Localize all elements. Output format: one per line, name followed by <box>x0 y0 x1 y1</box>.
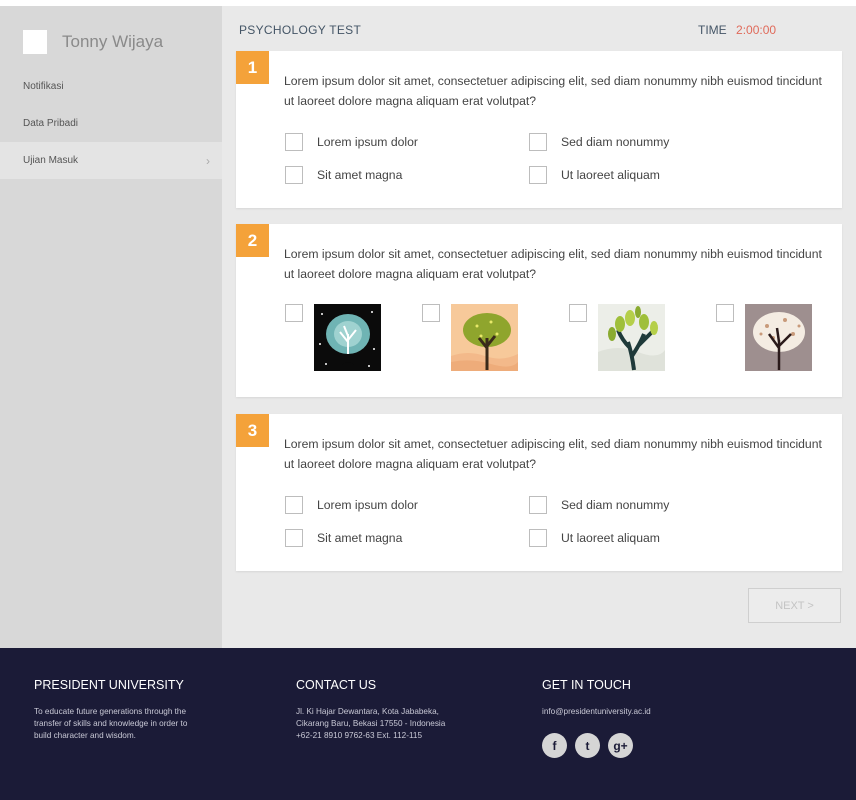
checkbox[interactable] <box>529 496 547 514</box>
chevron-right-icon: › <box>206 153 210 168</box>
option-label: Sed diam nonummy <box>561 498 670 512</box>
tree-sunset-icon <box>451 304 518 371</box>
sidebar-item-label: Ujian Masuk <box>23 155 79 166</box>
image-option[interactable] <box>422 304 518 371</box>
avatar <box>23 30 47 54</box>
user-name: Tonny Wijaya <box>62 32 164 51</box>
checkbox[interactable] <box>285 304 303 322</box>
sidebar-item-label: Data Pribadi <box>23 118 79 129</box>
social-links: f t g+ <box>542 733 651 758</box>
checkbox[interactable] <box>716 304 734 322</box>
sidebar-nav: Notifikasi Data Pribadi Ujian Masuk › <box>0 68 222 179</box>
question-text: Lorem ipsum dolor sit amet, consectetuer… <box>284 437 822 471</box>
footer-heading: GET IN TOUCH <box>542 678 631 692</box>
sidebar-item-ujian-masuk[interactable]: Ujian Masuk › <box>0 142 222 179</box>
option-label: Sit amet magna <box>317 531 403 545</box>
footer-contact: CONTACT US Jl. Ki Hajar Dewantara, Kota … <box>296 678 445 742</box>
option-label: Lorem ipsum dolor <box>317 135 418 149</box>
tree-night-icon <box>314 304 381 371</box>
answer-option[interactable]: Sed diam nonummy <box>529 133 669 151</box>
question-card-2: 2 Lorem ipsum dolor sit amet, consectetu… <box>236 224 842 397</box>
option-label: Sit amet magna <box>317 168 403 182</box>
footer-heading: CONTACT US <box>296 678 377 692</box>
checkbox[interactable] <box>529 166 547 184</box>
user-profile[interactable]: Tonny Wijaya <box>23 30 163 54</box>
option-label: Ut laoreet aliquam <box>561 168 660 182</box>
footer-heading: PRESIDENT UNIVERSITY <box>34 678 184 692</box>
question-number: 2 <box>236 224 269 257</box>
question-text: Lorem ipsum dolor sit amet, consectetuer… <box>284 74 822 108</box>
checkbox[interactable] <box>285 166 303 184</box>
footer-text: +62-21 8910 9762-63 Ext. 112-115 <box>296 731 423 740</box>
sidebar-item-data-pribadi[interactable]: Data Pribadi <box>0 105 222 142</box>
checkbox[interactable] <box>285 496 303 514</box>
checkbox[interactable] <box>529 133 547 151</box>
checkbox[interactable] <box>285 133 303 151</box>
question-text: Lorem ipsum dolor sit amet, consectetuer… <box>284 247 822 281</box>
answer-option[interactable]: Lorem ipsum dolor <box>285 496 418 514</box>
checkbox[interactable] <box>285 529 303 547</box>
next-button[interactable]: NEXT > <box>748 588 841 623</box>
footer-text: To educate future generations through th… <box>34 707 187 716</box>
answer-option[interactable]: Sed diam nonummy <box>529 496 669 514</box>
timer: TIME 2:00:00 <box>698 23 776 37</box>
footer-about: PRESIDENT UNIVERSITY To educate future g… <box>34 678 187 742</box>
timer-label: TIME <box>698 23 727 37</box>
sidebar: Tonny Wijaya Notifikasi Data Pribadi Uji… <box>0 6 222 648</box>
image-option[interactable] <box>569 304 665 371</box>
option-label: Lorem ipsum dolor <box>317 498 418 512</box>
question-number: 1 <box>236 51 269 84</box>
sidebar-item-notifikasi[interactable]: Notifikasi <box>0 68 222 105</box>
footer-touch: GET IN TOUCH info@presidentuniversity.ac… <box>542 678 651 758</box>
answer-option[interactable]: Ut laoreet aliquam <box>529 166 660 184</box>
sidebar-item-label: Notifikasi <box>23 81 64 92</box>
answer-option[interactable]: Lorem ipsum dolor <box>285 133 418 151</box>
twitter-icon[interactable]: t <box>575 733 600 758</box>
footer-text: Cikarang Baru, Bekasi 17550 - Indonesia <box>296 719 446 728</box>
checkbox[interactable] <box>422 304 440 322</box>
answer-option[interactable]: Sit amet magna <box>285 166 402 184</box>
google-plus-icon[interactable]: g+ <box>608 733 633 758</box>
tree-blossom-icon <box>745 304 812 371</box>
tree-green-icon <box>598 304 665 371</box>
main-content: PSYCHOLOGY TEST TIME 2:00:00 1 Lorem ips… <box>222 6 856 648</box>
question-number: 3 <box>236 414 269 447</box>
answer-option[interactable]: Sit amet magna <box>285 529 402 547</box>
option-label: Sed diam nonummy <box>561 135 670 149</box>
page-title: PSYCHOLOGY TEST <box>239 23 362 37</box>
timer-value: 2:00:00 <box>736 23 777 37</box>
image-option[interactable] <box>285 304 381 371</box>
option-label: Ut laoreet aliquam <box>561 531 660 545</box>
image-option[interactable] <box>716 304 812 371</box>
footer-text: transfer of skills and knowledge in orde… <box>34 719 188 728</box>
question-card-1: 1 Lorem ipsum dolor sit amet, consectetu… <box>236 51 842 208</box>
footer-text: Jl. Ki Hajar Dewantara, Kota Jababeka, <box>296 707 439 716</box>
footer-email[interactable]: info@presidentuniversity.ac.id <box>542 706 651 718</box>
question-card-3: 3 Lorem ipsum dolor sit amet, consectetu… <box>236 414 842 571</box>
checkbox[interactable] <box>529 529 547 547</box>
checkbox[interactable] <box>569 304 587 322</box>
answer-option[interactable]: Ut laoreet aliquam <box>529 529 660 547</box>
footer-text: build character and wisdom. <box>34 731 136 740</box>
footer: PRESIDENT UNIVERSITY To educate future g… <box>0 648 856 800</box>
facebook-icon[interactable]: f <box>542 733 567 758</box>
